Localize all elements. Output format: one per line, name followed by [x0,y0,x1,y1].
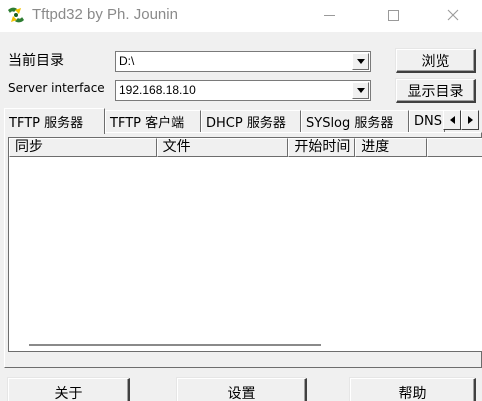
close-icon [447,9,459,21]
minimize-button[interactable] [306,0,352,30]
maximize-icon [387,9,399,21]
tab-dns[interactable]: DNS [409,110,445,132]
column-extra[interactable] [427,138,482,157]
current-dir-dropdown-button[interactable] [352,53,369,70]
horizontal-scrollbar[interactable] [29,344,321,346]
column-sync[interactable]: 同步 [9,138,157,157]
tab-scroll-right-button[interactable] [461,110,479,130]
server-interface-combo[interactable]: 192.168.18.10 [115,80,371,101]
chevron-down-icon [356,59,365,64]
current-dir-label: 当前目录 [8,53,64,69]
tab-scroll-left-button[interactable] [443,110,461,130]
tab-scroll-arrows [443,110,479,130]
tftpd-app-icon [8,7,24,23]
browse-button[interactable]: 浏览 [396,49,476,73]
title-bar[interactable]: Tftpd32 by Ph. Jounin [0,0,482,32]
column-progress[interactable]: 进度 [355,138,428,157]
help-button[interactable]: 帮助 [350,378,476,401]
about-button[interactable]: 关于 [8,378,130,401]
close-button[interactable] [430,0,476,30]
server-interface-label: Server interface [8,81,105,95]
minimize-icon [323,14,335,16]
current-dir-value: D:\ [119,54,135,68]
settings-button[interactable]: 设置 [177,378,307,401]
tab-dhcp-server[interactable]: DHCP 服务器 [201,110,301,132]
window-title: Tftpd32 by Ph. Jounin [32,6,178,23]
tab-tftp-client[interactable]: TFTP 客户端 [105,110,201,132]
show-dir-button[interactable]: 显示目录 [396,79,476,103]
column-file[interactable]: 文件 [156,138,289,157]
list-header: 同步 文件 开始时间 进度 [9,138,482,157]
tab-syslog-server[interactable]: SYSlog 服务器 [301,110,409,132]
current-dir-combo[interactable]: D:\ [115,51,371,72]
column-start-time[interactable]: 开始时间 [288,138,356,157]
server-interface-value: 192.168.18.10 [119,83,196,97]
maximize-button[interactable] [370,0,416,30]
chevron-down-icon [356,88,365,93]
transfer-list[interactable]: 同步 文件 开始时间 进度 [8,137,482,352]
chevron-right-icon [467,116,473,124]
chevron-left-icon [449,116,455,124]
server-interface-dropdown-button[interactable] [352,82,369,99]
tab-tftp-server[interactable]: TFTP 服务器 [4,108,105,134]
